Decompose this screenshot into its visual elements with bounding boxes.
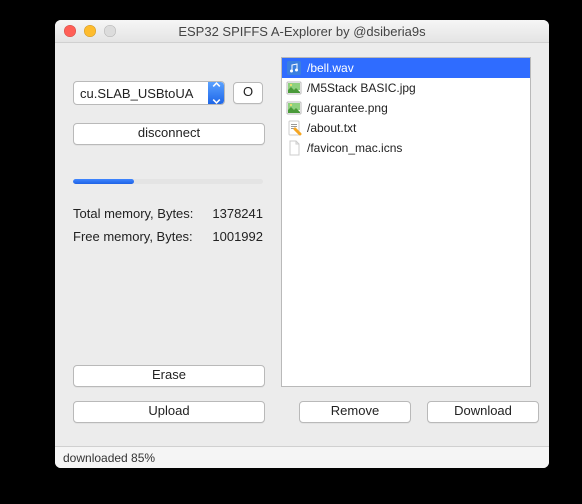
generic-icon: [286, 140, 302, 156]
right-panel: /bell.wav/M5Stack BASIC.jpg/guarantee.pn…: [281, 57, 531, 387]
image-icon: [286, 80, 302, 96]
app-window: ESP32 SPIFFS A-Explorer by @dsiberia9s c…: [55, 20, 549, 468]
status-text: downloaded 85%: [63, 451, 155, 465]
file-row[interactable]: /about.txt: [282, 118, 530, 138]
chevron-updown-icon: [208, 82, 224, 104]
download-button[interactable]: Download: [427, 401, 539, 423]
free-memory-label: Free memory, Bytes:: [73, 229, 193, 244]
total-memory-value: 1378241: [212, 206, 263, 221]
memory-progress: [73, 179, 263, 184]
file-row[interactable]: /guarantee.png: [282, 98, 530, 118]
window-body: cu.SLAB_USBtoUA O disconnect: [55, 43, 549, 446]
file-row[interactable]: /favicon_mac.icns: [282, 138, 530, 158]
free-memory-value: 1001992: [212, 229, 263, 244]
upload-button[interactable]: Upload: [73, 401, 265, 423]
file-name: /about.txt: [307, 121, 356, 135]
memory-progress-fill: [73, 179, 134, 184]
left-panel: cu.SLAB_USBtoUA O disconnect: [73, 57, 263, 387]
file-name: /M5Stack BASIC.jpg: [307, 81, 416, 95]
disconnect-button[interactable]: disconnect: [73, 123, 265, 145]
file-name: /favicon_mac.icns: [307, 141, 402, 155]
close-icon[interactable]: [64, 25, 76, 37]
total-memory-label: Total memory, Bytes:: [73, 206, 193, 221]
file-name: /bell.wav: [307, 61, 354, 75]
window-controls: [64, 25, 116, 37]
titlebar: ESP32 SPIFFS A-Explorer by @dsiberia9s: [55, 20, 549, 43]
minimize-icon[interactable]: [84, 25, 96, 37]
memory-stats: Total memory, Bytes: 1378241 Free memory…: [73, 206, 263, 252]
file-name: /guarantee.png: [307, 101, 388, 115]
file-list[interactable]: /bell.wav/M5Stack BASIC.jpg/guarantee.pn…: [281, 57, 531, 387]
zoom-icon[interactable]: [104, 25, 116, 37]
file-row[interactable]: /M5Stack BASIC.jpg: [282, 78, 530, 98]
file-row[interactable]: /bell.wav: [282, 58, 530, 78]
port-select-value: cu.SLAB_USBtoUA: [74, 86, 208, 101]
erase-button[interactable]: Erase: [73, 365, 265, 387]
status-bar: downloaded 85%: [55, 446, 549, 468]
remove-button[interactable]: Remove: [299, 401, 411, 423]
audio-icon: [286, 60, 302, 76]
refresh-ports-button[interactable]: O: [233, 82, 263, 104]
window-title: ESP32 SPIFFS A-Explorer by @dsiberia9s: [55, 24, 549, 39]
bottom-toolbar: Upload Remove Download: [73, 401, 531, 423]
port-select[interactable]: cu.SLAB_USBtoUA: [73, 81, 225, 105]
text-icon: [286, 120, 302, 136]
image-icon: [286, 100, 302, 116]
